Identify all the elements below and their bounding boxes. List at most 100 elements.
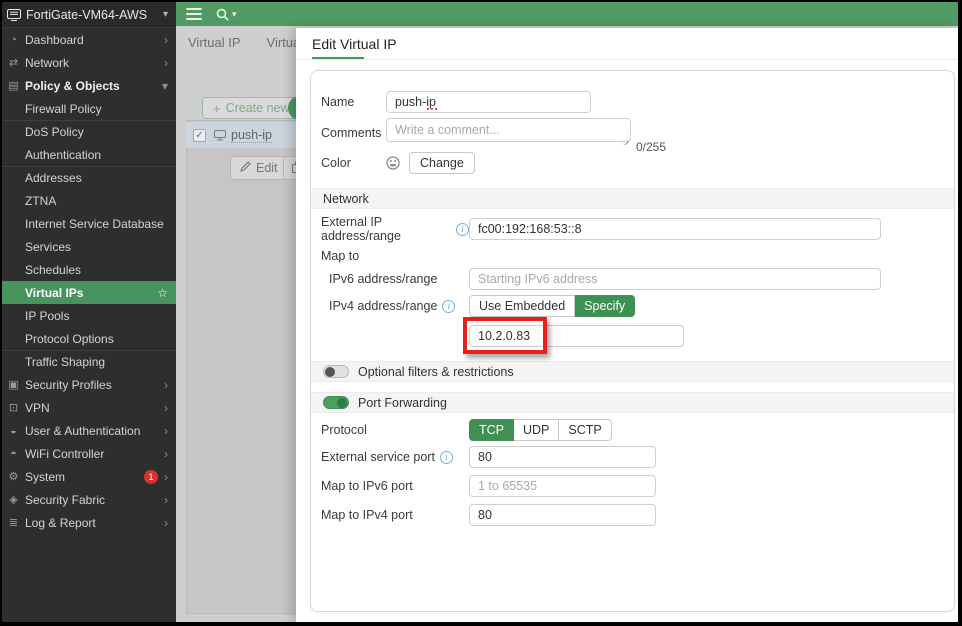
- info-icon[interactable]: i: [456, 223, 469, 236]
- tcp-button[interactable]: TCP: [469, 419, 514, 441]
- sidebar-item-log-report[interactable]: ≣ Log & Report ›: [2, 511, 176, 534]
- screenshot-frame: ▾ Virtual IP Virtual IP Group + Create ne…: [0, 0, 962, 626]
- log-report-icon: ≣: [7, 516, 20, 529]
- external-ip-input[interactable]: [469, 218, 881, 240]
- tab-virtual-ip[interactable]: Virtual IP: [188, 35, 241, 50]
- optional-filters-label: Optional filters & restrictions: [358, 365, 514, 379]
- pencil-icon: [240, 161, 256, 175]
- plus-icon: +: [213, 101, 221, 116]
- edit-button[interactable]: Edit: [230, 156, 288, 180]
- sidebar-item-traffic-shaping[interactable]: Traffic Shaping: [2, 350, 176, 373]
- virtual-ip-table: [186, 120, 298, 614]
- sidebar-item-addresses[interactable]: Addresses: [2, 166, 176, 189]
- sidebar-item-dashboard[interactable]: ◔ Dashboard ›: [2, 28, 176, 51]
- sidebar: FortiGate-VM64-AWS ▾ ◔ Dashboard › ⇄ Net…: [2, 2, 176, 622]
- info-icon[interactable]: i: [442, 300, 455, 313]
- protocol-segmented: TCP UDP SCTP: [469, 419, 612, 441]
- sidebar-item-security-profiles[interactable]: ▣ Security Profiles ›: [2, 373, 176, 396]
- create-new-label: Create new: [226, 101, 290, 115]
- security-profiles-icon: ▣: [7, 378, 20, 391]
- optional-filters-toggle[interactable]: [323, 365, 349, 378]
- sidebar-item-network[interactable]: ⇄ Network ›: [2, 51, 176, 74]
- color-label: Color: [321, 156, 386, 170]
- optional-filters-section: Optional filters & restrictions: [311, 361, 954, 382]
- name-label: Name: [321, 95, 386, 109]
- port-forwarding-toggle[interactable]: [323, 396, 349, 409]
- ipv6-range-label: IPv6 address/range: [321, 272, 469, 286]
- sctp-button[interactable]: SCTP: [559, 419, 611, 441]
- chevron-right-icon: ›: [164, 516, 168, 530]
- vpn-icon: ⊡: [7, 401, 20, 414]
- map-ipv4-port-input[interactable]: [469, 504, 656, 526]
- color-change-button[interactable]: Change: [409, 152, 475, 174]
- system-gear-icon: ⚙: [7, 470, 20, 483]
- sidebar-item-dos-policy[interactable]: DoS Policy: [2, 120, 176, 143]
- udp-button[interactable]: UDP: [514, 419, 559, 441]
- device-selector[interactable]: FortiGate-VM64-AWS ▾: [2, 2, 176, 28]
- search-icon: [216, 8, 229, 21]
- chevron-right-icon: ›: [164, 33, 168, 47]
- external-service-port-label: External service port i: [321, 450, 469, 464]
- edit-form-card: Name Comments 0/255 Color Cha: [310, 70, 955, 612]
- sidebar-item-user-authentication[interactable]: ◒ User & Authentication ›: [2, 419, 176, 442]
- ipv4-address-input[interactable]: [469, 325, 684, 347]
- comments-input[interactable]: [386, 118, 631, 142]
- map-ipv6-port-input[interactable]: [469, 475, 656, 497]
- external-service-port-input[interactable]: [469, 446, 656, 468]
- chevron-right-icon: ›: [164, 447, 168, 461]
- panel-header: Edit Virtual IP: [296, 28, 958, 60]
- tab-virtual-ip-group[interactable]: Virtual IP Group: [267, 35, 300, 50]
- chevron-down-icon: ▾: [162, 79, 168, 93]
- sidebar-item-ip-pools[interactable]: IP Pools: [2, 304, 176, 327]
- row-name-label: push-ip: [231, 128, 272, 143]
- sidebar-item-system[interactable]: ⚙ System 1 ›: [2, 465, 176, 488]
- content-tabs: Virtual IP Virtual IP Group: [188, 34, 300, 52]
- ipv4-mode-segmented: Use Embedded Specify: [469, 295, 635, 317]
- external-ip-label: External IP address/range i: [321, 215, 469, 243]
- sidebar-item-authentication[interactable]: Authentication: [2, 143, 176, 166]
- device-caret-icon: ▾: [163, 9, 168, 20]
- sidebar-item-ztna[interactable]: ZTNA: [2, 189, 176, 212]
- sidebar-item-policy-objects[interactable]: ▤ Policy & Objects ▾: [2, 74, 176, 97]
- ipv4-range-label: IPv4 address/range i: [321, 299, 469, 313]
- sidebar-item-services[interactable]: Services: [2, 235, 176, 258]
- sidebar-item-virtual-ips[interactable]: Virtual IPs ☆: [2, 281, 176, 304]
- wifi-icon: ◓: [7, 448, 20, 460]
- topbar: ▾: [176, 2, 958, 26]
- policy-objects-icon: ▤: [7, 79, 20, 92]
- name-input[interactable]: [386, 91, 591, 113]
- sidebar-item-protocol-options[interactable]: Protocol Options: [2, 327, 176, 350]
- edit-button-label: Edit: [256, 161, 278, 175]
- search-caret-icon: ▾: [232, 9, 237, 20]
- info-icon[interactable]: i: [440, 451, 453, 464]
- sidebar-item-internet-service-database[interactable]: Internet Service Database: [2, 212, 176, 235]
- chevron-right-icon: ›: [164, 56, 168, 70]
- table-row[interactable]: ✓ push-ip: [186, 122, 298, 148]
- use-embedded-button[interactable]: Use Embedded: [469, 295, 575, 317]
- sidebar-item-vpn[interactable]: ⊡ VPN ›: [2, 396, 176, 419]
- panel-title: Edit Virtual IP: [312, 36, 397, 52]
- sidebar-item-firewall-policy[interactable]: Firewall Policy: [2, 97, 176, 120]
- port-forwarding-label: Port Forwarding: [358, 396, 447, 410]
- ipv6-range-input[interactable]: [469, 268, 881, 290]
- color-swatch-icon: [386, 156, 401, 170]
- favorite-star-icon[interactable]: ☆: [157, 286, 168, 300]
- protocol-label: Protocol: [321, 423, 469, 437]
- map-to-label: Map to: [311, 249, 954, 263]
- sidebar-item-schedules[interactable]: Schedules: [2, 258, 176, 281]
- hamburger-menu-icon[interactable]: [186, 5, 202, 23]
- chevron-right-icon: ›: [164, 470, 168, 484]
- user-authentication-icon: ◒: [7, 425, 20, 437]
- dashboard-icon: ◔: [7, 34, 20, 46]
- comments-counter: 0/255: [636, 140, 666, 154]
- chevron-right-icon: ›: [164, 493, 168, 507]
- specify-button[interactable]: Specify: [575, 295, 635, 317]
- row-checkbox[interactable]: ✓: [193, 129, 206, 142]
- network-icon: ⇄: [7, 56, 20, 69]
- sidebar-item-wifi-controller[interactable]: ◓ WiFi Controller ›: [2, 442, 176, 465]
- chevron-right-icon: ›: [164, 378, 168, 392]
- sidebar-item-security-fabric[interactable]: ◈ Security Fabric ›: [2, 488, 176, 511]
- search-button[interactable]: ▾: [216, 8, 237, 21]
- map-ipv4-port-label: Map to IPv4 port: [321, 508, 469, 522]
- create-new-button[interactable]: + Create new: [202, 97, 301, 119]
